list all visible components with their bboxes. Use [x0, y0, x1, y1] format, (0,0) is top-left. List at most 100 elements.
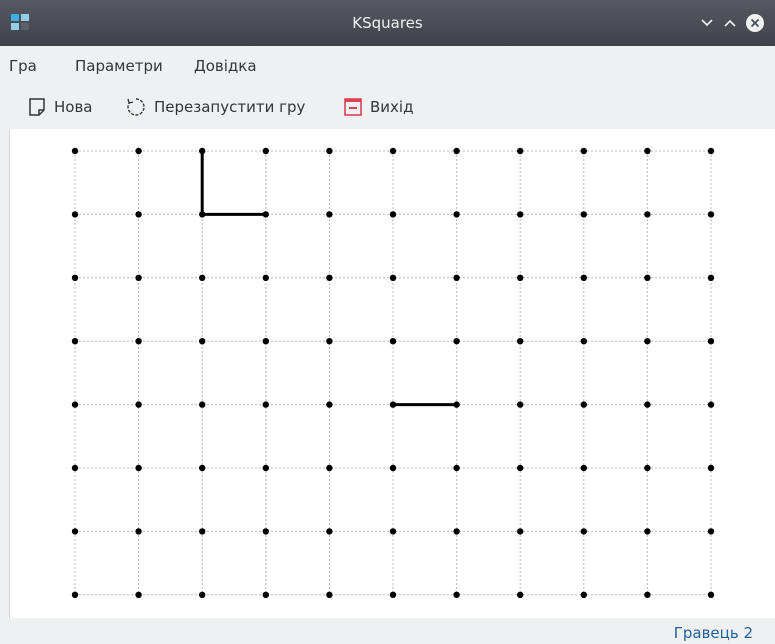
grid-dot — [707, 147, 715, 155]
grid-dot — [453, 464, 460, 472]
grid-dot — [199, 401, 206, 408]
maximize-icon[interactable] — [720, 13, 740, 33]
grid-dot — [135, 338, 142, 345]
grid-dot — [71, 401, 79, 408]
grid-dot — [262, 591, 269, 598]
menu-help[interactable]: Довідка — [194, 46, 257, 86]
grid-dot — [707, 338, 715, 345]
grid-dot — [262, 211, 269, 218]
grid-dot — [517, 338, 524, 345]
grid-dot — [580, 147, 587, 155]
grid-dot — [199, 147, 206, 155]
minimize-icon[interactable] — [697, 13, 717, 33]
grid-dot — [644, 401, 651, 408]
restart-icon — [127, 98, 145, 116]
grid-dot — [644, 211, 651, 218]
grid-dot — [453, 274, 460, 281]
grid-dot — [326, 338, 333, 345]
grid-dot — [135, 464, 142, 472]
grid-dot — [326, 147, 333, 155]
grid-dot — [326, 211, 333, 218]
app-window: KSquares Гра Параметри Довідка Нова Пере… — [0, 0, 775, 644]
grid-dot — [326, 401, 333, 408]
grid-dot — [135, 147, 142, 155]
grid-dot — [326, 528, 333, 535]
close-icon[interactable] — [745, 13, 765, 33]
status-bar: Гравець 2 — [0, 618, 775, 644]
grid-dot — [389, 211, 397, 218]
grid-dot — [644, 464, 651, 472]
new-game-button[interactable]: Нова — [28, 86, 93, 128]
grid-dot — [644, 274, 651, 281]
grid-dot — [644, 528, 651, 535]
quit-button[interactable]: Вихід — [344, 86, 413, 128]
grid-dot — [580, 274, 587, 281]
grid-dot — [326, 464, 333, 472]
grid-dot — [199, 464, 206, 472]
grid-dot — [707, 591, 715, 598]
grid-dot — [453, 528, 460, 535]
grid-dot — [135, 528, 142, 535]
grid-dot — [199, 338, 206, 345]
grid-dot — [707, 274, 715, 281]
restart-game-button[interactable]: Перезапустити гру — [126, 86, 305, 128]
current-player-status: Гравець 2 — [673, 624, 753, 642]
board-grid[interactable] — [10, 129, 775, 618]
grid-dot — [389, 591, 397, 598]
main-toolbar: Нова Перезапустити гру Вихід — [0, 86, 775, 128]
title-bar[interactable]: KSquares — [0, 0, 775, 46]
grid-dot — [517, 591, 524, 598]
grid-dot — [453, 147, 460, 155]
game-board[interactable] — [9, 129, 775, 618]
grid-dot — [517, 211, 524, 218]
quit-icon — [344, 98, 362, 116]
grid-dot — [71, 528, 79, 535]
grid-dot — [580, 528, 587, 535]
grid-dot — [644, 147, 651, 155]
grid-dot — [453, 591, 460, 598]
grid-dot — [389, 274, 397, 281]
grid-dot — [135, 274, 142, 281]
grid-dot — [644, 338, 651, 345]
grid-dot — [580, 211, 587, 218]
grid-dot — [707, 211, 715, 218]
grid-dot — [199, 528, 206, 535]
grid-dot — [517, 528, 524, 535]
grid-dot — [580, 401, 587, 408]
window-title: KSquares — [352, 14, 423, 32]
grid-dot — [517, 274, 524, 281]
grid-dot — [517, 147, 524, 155]
grid-dot — [135, 401, 142, 408]
grid-dot — [71, 464, 79, 472]
grid-dot — [453, 211, 460, 218]
grid-dot — [262, 464, 269, 472]
grid-dot — [389, 401, 397, 408]
grid-dot — [644, 591, 651, 598]
new-game-label: Нова — [54, 98, 93, 116]
menu-settings[interactable]: Параметри — [75, 46, 163, 86]
grid-dot — [199, 211, 206, 218]
grid-dot — [71, 274, 79, 281]
grid-dot — [262, 401, 269, 408]
grid-dot — [389, 147, 397, 155]
grid-dot — [262, 147, 269, 155]
grid-dot — [71, 147, 79, 155]
grid-dot — [135, 591, 142, 598]
grid-dot — [580, 338, 587, 345]
grid-dot — [262, 338, 269, 345]
grid-dot — [71, 338, 79, 345]
menu-bar: Гра Параметри Довідка — [0, 46, 775, 86]
grid-dot — [71, 591, 79, 598]
grid-dot — [580, 464, 587, 472]
grid-dot — [389, 338, 397, 345]
grid-dot — [517, 401, 524, 408]
grid-dot — [580, 591, 587, 598]
menu-game[interactable]: Гра — [9, 46, 37, 86]
grid-dot — [707, 401, 715, 408]
grid-dot — [262, 528, 269, 535]
grid-dot — [707, 464, 715, 472]
grid-dot — [453, 401, 460, 408]
grid-dot — [389, 528, 397, 535]
quit-label: Вихід — [370, 98, 414, 116]
grid-dot — [389, 464, 397, 472]
